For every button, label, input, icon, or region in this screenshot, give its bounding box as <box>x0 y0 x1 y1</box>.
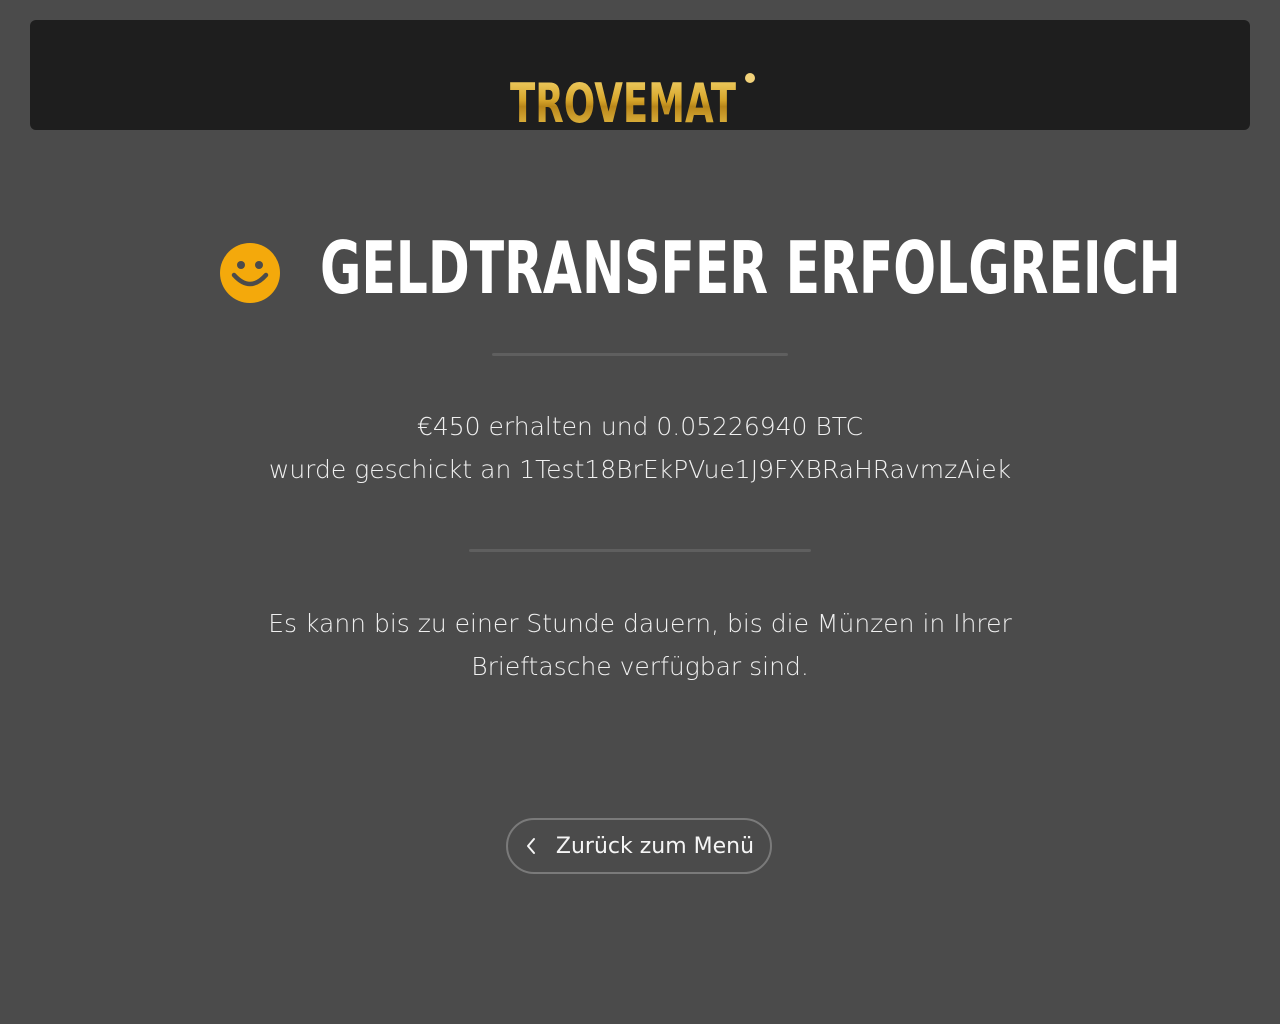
header-bar: TROVEMAT <box>30 20 1250 130</box>
logo-graphic: TROVEMAT <box>510 72 755 130</box>
logo-dot <box>745 73 755 83</box>
chevron-left-icon <box>524 836 538 856</box>
smiley-icon <box>220 243 280 303</box>
trovemat-logo: TROVEMAT <box>30 70 1250 134</box>
availability-notice: Es kann bis zu einer Stunde dauern, bis … <box>0 602 1280 688</box>
status-heading: GELDTRANSFER ERFOLGREICH <box>0 228 1280 308</box>
page-title: GELDTRANSFER ERFOLGREICH <box>320 226 1181 310</box>
back-button-label: Zurück zum Menü <box>555 833 755 859</box>
logo-text: TROVEMAT <box>510 72 736 130</box>
notice-line-2: Brieftasche verfügbar sind. <box>471 652 809 681</box>
transaction-amount-line: €450 erhalten und 0.05226940 BTC <box>416 412 864 441</box>
back-to-menu-button[interactable]: Zurück zum Menü <box>506 818 772 874</box>
divider-top <box>492 353 788 356</box>
notice-line-1: Es kann bis zu einer Stunde dauern, bis … <box>268 609 1012 638</box>
transaction-address-line: wurde geschickt an 1Test18BrEkPVue1J9FXB… <box>268 455 1012 484</box>
divider-bottom <box>469 549 811 552</box>
transaction-summary: €450 erhalten und 0.05226940 BTC wurde g… <box>0 405 1280 491</box>
